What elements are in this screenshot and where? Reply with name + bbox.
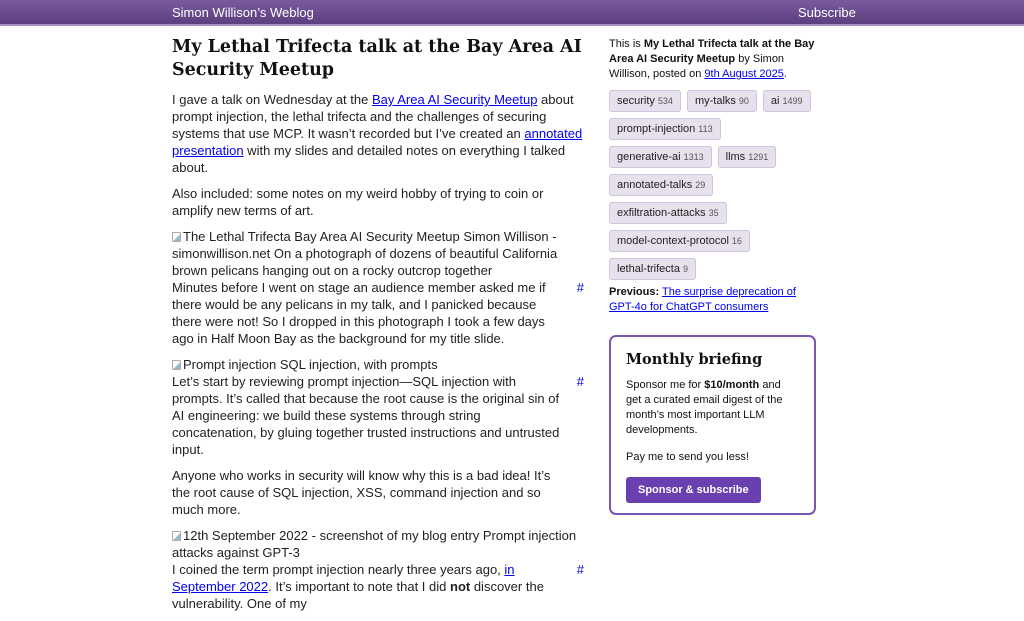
top-bar: Simon Willison’s Weblog Subscribe (0, 0, 1024, 26)
slide-1-alt: The Lethal Trifecta Bay Area AI Security… (172, 229, 558, 278)
tag-model-context-protocol[interactable]: model-context-protocol 16 (609, 230, 750, 252)
slide-3-text-before: I coined the term prompt injection nearl… (172, 562, 505, 577)
post-date-link[interactable]: 9th August 2025 (704, 68, 784, 80)
tag-count: 16 (731, 236, 742, 246)
slide-3-bold: not (450, 579, 471, 594)
briefing-text-before: Sponsor me for (626, 379, 705, 391)
tag-generative-ai[interactable]: generative-ai 1313 (609, 146, 712, 168)
intro-paragraph: I gave a talk on Wednesday at the Bay Ar… (172, 91, 584, 176)
sidebar: This is My Lethal Trifecta talk at the B… (609, 37, 817, 315)
tag-my-talks[interactable]: my-talks 90 (686, 90, 757, 112)
meta-end: . (783, 68, 787, 80)
broken-image-icon (172, 531, 181, 541)
slide-3-image: 12th September 2022 - screenshot of my b… (172, 527, 584, 561)
post-meta: This is My Lethal Trifecta talk at the B… (609, 37, 817, 82)
tag-label: generative-ai (617, 151, 681, 163)
slide-1-text: Minutes before I went on stage an audien… (172, 280, 546, 346)
slide-3-text-middle: . It’s important to note that I did (268, 579, 450, 594)
meetup-link[interactable]: Bay Area AI Security Meetup (372, 92, 537, 107)
tag-prompt-injection[interactable]: prompt-injection 113 (609, 118, 721, 140)
tag-llms[interactable]: llms 1291 (717, 146, 777, 168)
main-content: My Lethal Trifecta talk at the Bay Area … (172, 36, 584, 621)
monthly-briefing-box: Monthly briefing Sponsor me for $10/mont… (609, 335, 816, 515)
tag-label: prompt-injection (617, 123, 696, 135)
tag-security[interactable]: security 534 (609, 90, 681, 112)
slide-3-text: I coined the term prompt injection nearl… (172, 561, 564, 612)
briefing-price: $10/month (704, 379, 760, 391)
slide-3: 12th September 2022 - screenshot of my b… (172, 527, 584, 612)
slide-1: The Lethal Trifecta Bay Area AI Security… (172, 228, 584, 347)
tag-list: security 534 my-talks 90 ai 1499 prompt-inj… (609, 90, 819, 280)
previous-post: Previous: The surprise deprecation of GP… (609, 285, 817, 315)
broken-image-icon (172, 360, 181, 370)
tag-count: 90 (738, 96, 749, 106)
briefing-pay-text: Pay me to send you less! (626, 451, 749, 463)
meta-prefix: This is (609, 38, 644, 50)
slide-2-anchor-link[interactable]: # (577, 373, 584, 390)
slide-3-alt: 12th September 2022 - screenshot of my b… (172, 528, 577, 560)
tag-count: 9 (682, 264, 688, 274)
tag-label: lethal-trifecta (617, 263, 680, 275)
tag-annotated-talks[interactable]: annotated-talks 29 (609, 174, 714, 196)
tag-count: 29 (695, 180, 706, 190)
slide-2-alt: Prompt injection SQL injection, with pro… (183, 357, 438, 372)
site-title-link[interactable]: Simon Willison’s Weblog (172, 5, 314, 20)
subscribe-link[interactable]: Subscribe (798, 5, 856, 20)
tag-exfiltration-attacks[interactable]: exfiltration-attacks 35 (609, 202, 727, 224)
tag-count: 1499 (782, 96, 803, 106)
intro-text: I gave a talk on Wednesday at the (172, 92, 372, 107)
tag-label: annotated-talks (617, 179, 693, 191)
slide-3-anchor-link[interactable]: # (577, 561, 584, 578)
briefing-description: Sponsor me for $10/month and get a curat… (626, 378, 799, 438)
tag-label: my-talks (694, 95, 736, 107)
tag-label: exfiltration-attacks (617, 207, 706, 219)
tag-ai[interactable]: ai 1499 (762, 90, 811, 112)
tag-count: 1313 (683, 152, 704, 162)
tag-lethal-trifecta[interactable]: lethal-trifecta 9 (609, 258, 696, 280)
tag-label: model-context-protocol (617, 235, 729, 247)
tag-count: 35 (708, 208, 719, 218)
tag-count: 113 (698, 124, 713, 134)
slide-1-anchor-link[interactable]: # (577, 279, 584, 296)
slide-1-image: The Lethal Trifecta Bay Area AI Security… (172, 228, 584, 279)
slide-2-text: Let’s start by reviewing prompt injectio… (172, 374, 560, 457)
tag-count: 534 (657, 96, 673, 106)
sponsor-subscribe-button[interactable]: Sponsor & subscribe (626, 477, 761, 503)
slide-2: Prompt injection SQL injection, with pro… (172, 356, 584, 518)
tag-label: security (617, 95, 655, 107)
previous-label: Previous: (609, 286, 660, 298)
also-included-paragraph: Also included: some notes on my weird ho… (172, 186, 544, 218)
briefing-title: Monthly briefing (626, 351, 763, 368)
tag-label: llms (725, 151, 746, 163)
slide-2-extra-text: Anyone who works in security will know w… (172, 468, 551, 517)
post-title: My Lethal Trifecta talk at the Bay Area … (172, 37, 582, 80)
broken-image-icon (172, 232, 181, 242)
tag-label: ai (770, 95, 780, 107)
slide-2-image: Prompt injection SQL injection, with pro… (172, 356, 584, 373)
tag-count: 1291 (748, 152, 769, 162)
